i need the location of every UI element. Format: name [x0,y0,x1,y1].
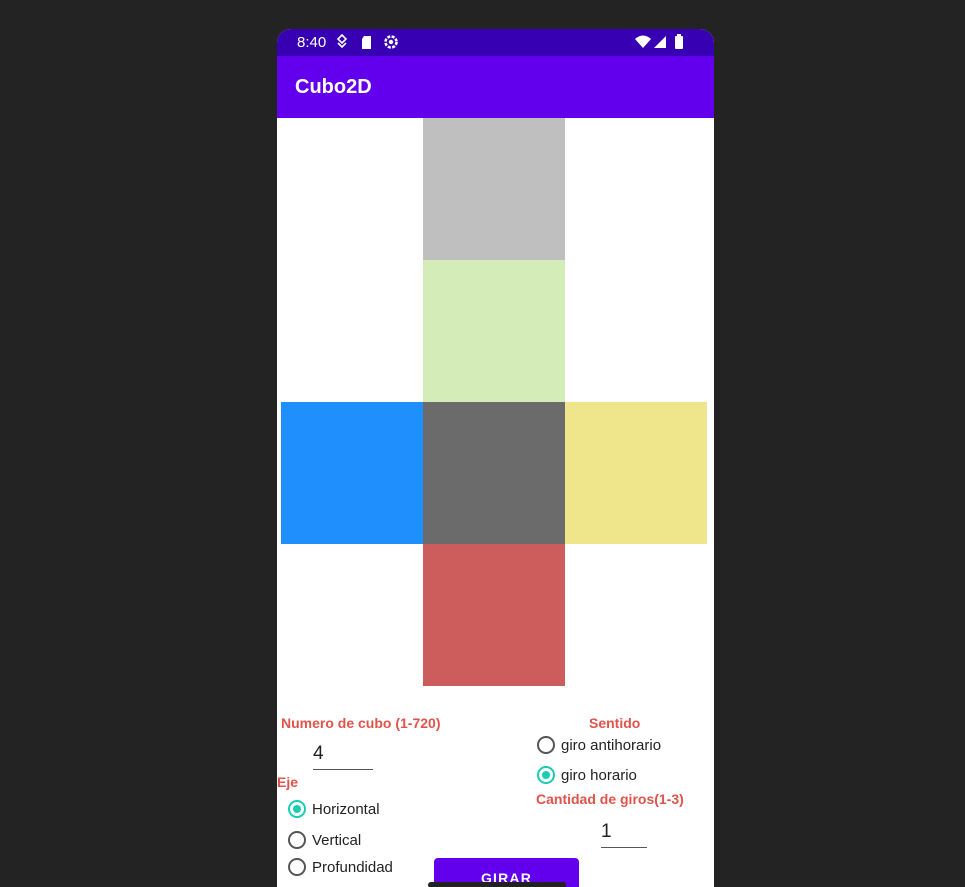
cube-number-underline [313,769,373,770]
radio-label: Vertical [312,831,362,849]
status-time: 8:40 [297,34,327,51]
data-saver-icon [335,33,349,56]
radio-unselected-icon [288,831,306,849]
radio-giro-horario[interactable]: giro horario [537,766,637,784]
cube-face-right [565,402,707,544]
sd-card-icon [360,33,374,56]
cube-face-bottom [423,544,565,686]
app-bar: Cubo2D [277,56,714,118]
radio-horizontal[interactable]: Horizontal [288,800,380,818]
radio-unselected-icon [537,736,555,754]
app-title: Cubo2D [295,76,372,98]
radio-label: giro antihorario [561,736,662,754]
radio-vertical[interactable]: Vertical [288,831,361,849]
radio-label: Horizontal [312,800,380,818]
radio-giro-antihorario[interactable]: giro antihorario [537,736,661,754]
radio-label: Profundidad [312,858,393,876]
radio-selected-icon [288,800,306,818]
turns-label: Cantidad de giros(1-3) [536,791,684,807]
cube-face-top [423,118,565,260]
radio-profundidad[interactable]: Profundidad [288,858,393,876]
radio-label: giro horario [561,766,637,784]
cube-number-label: Numero de cubo (1-720) [281,715,441,731]
radio-selected-icon [537,766,555,784]
cube-face-left [281,402,423,544]
cube-face-upper [423,260,565,402]
cube-number-input[interactable]: 4 [313,743,324,765]
turns-underline [601,847,647,848]
turns-input[interactable]: 1 [601,821,612,843]
settings-gear-icon [382,33,400,56]
direction-label: Sentido [589,715,641,731]
phone-screen: 8:40 Cubo2D Numero de cubo (1-720) 4 Eje [277,29,714,887]
cube-face-center [423,402,565,544]
wifi-icon [634,33,652,56]
cell-signal-icon [652,33,667,56]
status-bar: 8:40 [277,29,714,56]
battery-icon [674,33,684,56]
radio-unselected-icon [288,858,306,876]
axis-label: Eje [277,774,299,790]
gesture-nav-bar[interactable] [428,882,566,887]
